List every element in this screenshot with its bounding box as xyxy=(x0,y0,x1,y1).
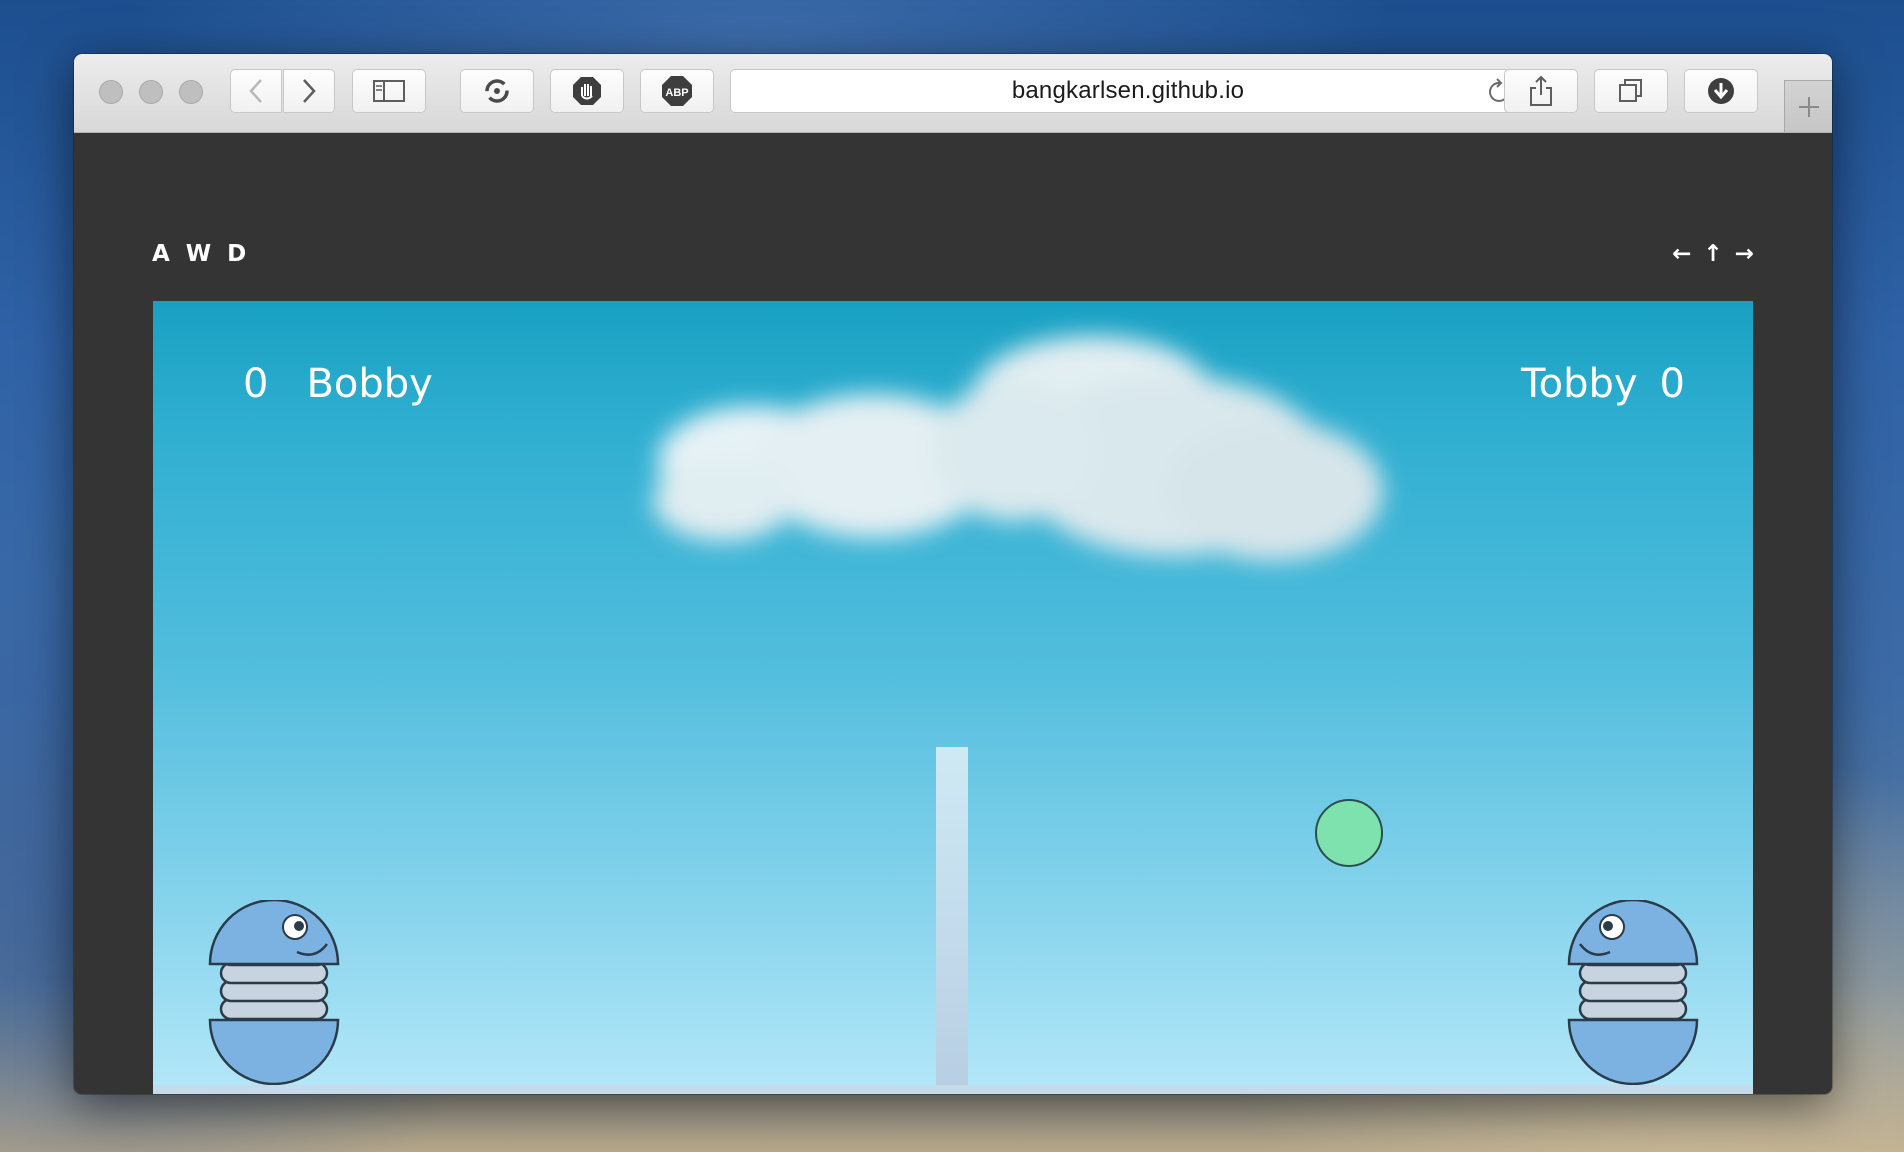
ball xyxy=(1315,799,1383,867)
back-button[interactable] xyxy=(230,69,282,113)
address-bar[interactable]: bangkarlsen.github.io xyxy=(730,69,1526,113)
zoom-window-button[interactable] xyxy=(179,80,203,104)
url-text: bangkarlsen.github.io xyxy=(1011,77,1245,104)
forward-button[interactable] xyxy=(283,69,335,113)
player2-blob xyxy=(1567,900,1699,1086)
player2-controls-hint: ← ↑ → xyxy=(1672,241,1756,267)
game-court[interactable]: 0 Bobby Tobby 0 xyxy=(153,301,1753,1094)
player1-controls-hint: A W D xyxy=(152,241,251,267)
ground xyxy=(153,1085,1753,1094)
tabs-icon xyxy=(1619,79,1642,102)
sidebar-button[interactable] xyxy=(352,69,426,113)
share-button[interactable] xyxy=(1504,69,1578,113)
player2-name: Tobby xyxy=(1520,361,1638,407)
player1-blob xyxy=(208,900,340,1086)
plus-icon xyxy=(1798,96,1819,117)
share-icon xyxy=(1530,75,1552,106)
downloads-button[interactable] xyxy=(1684,69,1758,113)
svg-text:ABP: ABP xyxy=(665,87,688,99)
browser-toolbar: ABP bangkarlsen.github.io xyxy=(74,54,1832,133)
player2-score-value: 0 xyxy=(1659,361,1685,407)
web-page: A W D ← ↑ → 0 Bobby Tobby 0 xyxy=(74,133,1832,1094)
player2-score: Tobby 0 xyxy=(1521,361,1685,407)
refresh-extension-button[interactable] xyxy=(460,69,534,113)
cycle-icon xyxy=(485,79,509,103)
player1-name: Bobby xyxy=(306,361,433,407)
adblock-icon: ABP xyxy=(662,76,692,106)
close-window-button[interactable] xyxy=(99,80,123,104)
browser-window: ABP bangkarlsen.github.io A W D ← ↑ → 0 … xyxy=(74,54,1832,1094)
new-tab-button[interactable] xyxy=(1784,80,1832,132)
net xyxy=(936,747,968,1085)
sidebar-icon xyxy=(373,80,405,102)
tabs-overview-button[interactable] xyxy=(1594,69,1668,113)
player1-score-value: 0 xyxy=(243,361,269,407)
download-icon xyxy=(1708,78,1734,104)
player1-score: 0 Bobby xyxy=(243,361,433,407)
chevron-right-icon xyxy=(303,79,316,103)
hand-stop-icon xyxy=(573,77,601,105)
adblock-button[interactable]: ABP xyxy=(640,69,714,113)
stop-extension-button[interactable] xyxy=(550,69,624,113)
chevron-left-icon xyxy=(249,79,262,103)
minimize-window-button[interactable] xyxy=(139,80,163,104)
